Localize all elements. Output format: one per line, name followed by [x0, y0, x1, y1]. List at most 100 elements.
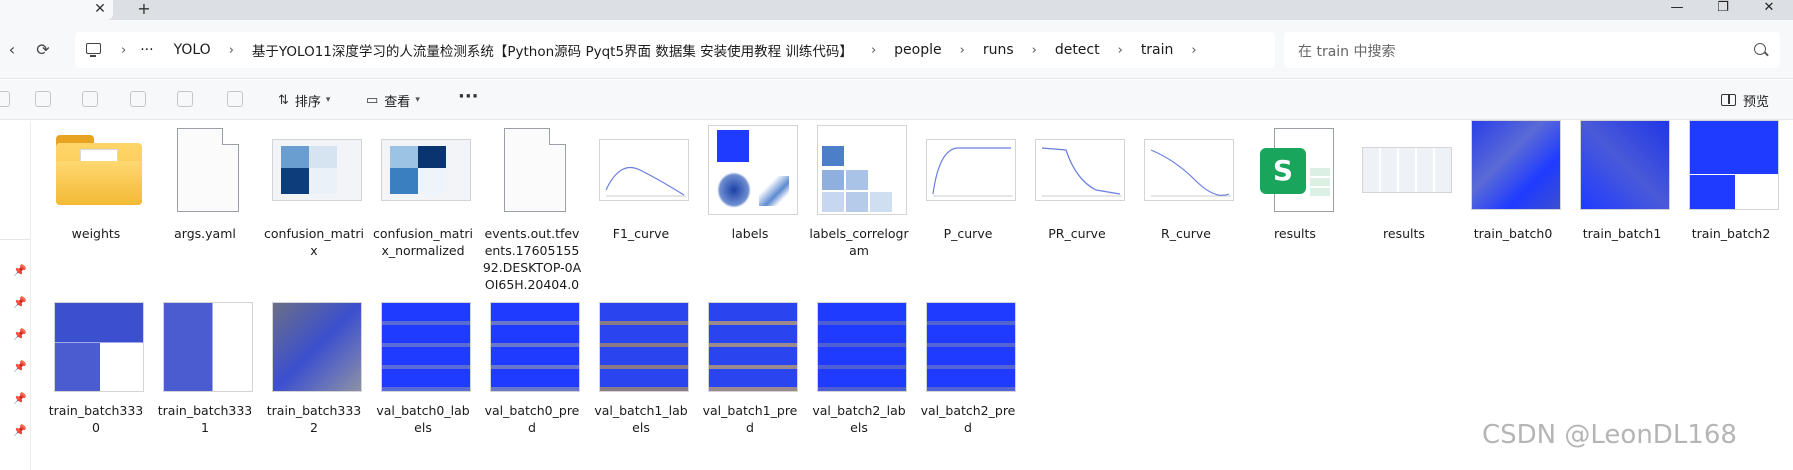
preview-label: 预览 — [1743, 94, 1770, 110]
pin-icon[interactable]: 📌 — [13, 265, 27, 277]
hidden-locations-button[interactable]: ··· — [132, 42, 161, 58]
image-thumbnail — [163, 302, 253, 392]
refresh-icon[interactable]: ⟳ — [31, 38, 55, 62]
file-name: R_curve — [1161, 226, 1211, 241]
chevron-right-icon[interactable]: › — [1112, 43, 1129, 58]
file-name: args.yaml — [174, 226, 236, 241]
breadcrumb-yolo[interactable]: YOLO — [162, 42, 223, 58]
file-name: results — [1383, 226, 1425, 241]
document-icon — [490, 125, 580, 215]
image-thumbnail — [599, 302, 689, 392]
breadcrumb-train[interactable]: train — [1129, 42, 1186, 58]
sort-button[interactable]: ⇅ 排序 ▾ — [278, 88, 330, 112]
share-icon[interactable] — [177, 91, 193, 107]
file-name: confusion_matrix_normalized — [373, 226, 473, 258]
file-name: weights — [71, 226, 121, 241]
folder-icon — [54, 125, 144, 215]
maximize-icon[interactable]: ❐ — [1700, 0, 1746, 18]
search-box[interactable]: 在 train 中搜索 — [1284, 32, 1780, 68]
divider — [0, 239, 30, 240]
image-thumbnail — [490, 302, 580, 392]
image-thumbnail — [1144, 125, 1234, 215]
image-thumbnail — [381, 125, 471, 215]
chevron-down-icon: ▾ — [325, 95, 331, 105]
file-name: labels_correlogram — [809, 226, 909, 258]
curve-preview — [605, 166, 686, 197]
breadcrumb-detect[interactable]: detect — [1043, 42, 1112, 58]
chevron-right-icon[interactable]: › — [223, 43, 240, 58]
file-name: val_batch2_pred — [920, 403, 1016, 435]
image-thumbnail — [272, 302, 362, 392]
breadcrumb-project[interactable]: 基于YOLO11深度学习的人流量检测系统【Python源码 Pyqt5界面 数据… — [240, 40, 865, 60]
image-thumbnail — [272, 125, 362, 215]
minimize-icon[interactable]: — — [1654, 0, 1700, 18]
image-thumbnail — [926, 302, 1016, 392]
more-options-button[interactable]: ··· — [458, 86, 479, 107]
file-name: PR_curve — [1048, 226, 1106, 241]
file-name: F1_curve — [612, 226, 670, 241]
pin-icon[interactable]: 📌 — [13, 361, 27, 373]
chevron-right-icon[interactable]: › — [115, 43, 132, 58]
pin-icon[interactable]: 📌 — [13, 393, 27, 405]
file-name: val_batch1_pred — [702, 403, 798, 435]
paste-icon[interactable] — [82, 91, 98, 107]
view-button[interactable]: ▭ 查看 ▾ — [366, 88, 420, 112]
chevron-down-icon: ▾ — [415, 95, 420, 105]
breadcrumb-runs[interactable]: runs — [971, 42, 1026, 58]
computer-icon[interactable] — [86, 43, 101, 57]
pin-icon[interactable]: 📌 — [13, 297, 27, 309]
copy-icon[interactable] — [35, 91, 51, 107]
delete-icon[interactable] — [227, 91, 243, 107]
document-icon — [163, 125, 253, 215]
back-chevron-icon[interactable]: ‹ — [0, 38, 24, 62]
command-bar: ⇅ 排序 ▾ ▭ 查看 ▾ ··· 预览 — [0, 80, 1793, 120]
pin-icon[interactable]: 📌 — [13, 425, 27, 437]
curve-preview — [1150, 149, 1231, 197]
file-name: val_batch1_labels — [594, 403, 688, 435]
image-thumbnail — [1362, 125, 1452, 215]
image-thumbnail — [708, 302, 798, 392]
image-thumbnail — [1035, 125, 1125, 215]
image-thumbnail — [708, 125, 798, 215]
curve-preview — [1041, 147, 1122, 197]
file-name: labels — [731, 226, 769, 241]
image-thumbnail — [1471, 120, 1561, 210]
file-name: val_batch0_labels — [376, 403, 470, 435]
chevron-right-icon[interactable]: › — [954, 43, 971, 58]
preview-button[interactable]: 预览 — [1721, 88, 1769, 112]
search-input[interactable]: 在 train 中搜索 — [1298, 41, 1396, 61]
rename-icon[interactable] — [130, 91, 146, 107]
address-row: ‹ ⟳ › ··· YOLO › 基于YOLO11深度学习的人流量检测系统【Py… — [0, 20, 1793, 79]
navigation-pane[interactable]: 📌 📌 📌 📌 📌 📌 — [0, 121, 31, 470]
chevron-right-icon[interactable]: › — [1026, 43, 1043, 58]
file-name: train_batch1 — [1582, 226, 1662, 241]
close-window-icon[interactable]: ✕ — [1746, 0, 1792, 18]
curve-preview — [932, 147, 1013, 197]
preview-pane-icon — [1721, 94, 1736, 106]
breadcrumb: › ··· YOLO › 基于YOLO11深度学习的人流量检测系统【Python… — [115, 32, 1203, 68]
address-bar[interactable]: › ··· YOLO › 基于YOLO11深度学习的人流量检测系统【Python… — [75, 32, 1275, 68]
file-name: confusion_matrix — [264, 226, 364, 258]
watermark: CSDN @LeonDL168 — [1482, 420, 1737, 450]
file-grid: weights args.yaml confusion_matrix confu… — [46, 120, 1786, 455]
image-thumbnail — [1689, 120, 1779, 210]
new-tab-icon[interactable]: + — [135, 0, 153, 18]
file-name: P_curve — [943, 226, 993, 241]
sort-icon: ⇅ — [278, 92, 289, 108]
image-thumbnail — [1580, 120, 1670, 210]
file-name: val_batch0_pred — [484, 403, 580, 435]
chevron-right-icon[interactable]: › — [865, 43, 882, 58]
active-tab[interactable]: ✕ — [0, 0, 113, 20]
breadcrumb-people[interactable]: people — [882, 42, 953, 58]
file-name: events.out.tfevents.1760515592.DESKTOP-0… — [482, 226, 582, 292]
image-thumbnail — [817, 302, 907, 392]
cut-icon[interactable] — [0, 91, 10, 107]
file-name: train_batch3332 — [266, 403, 362, 435]
tab-close-icon[interactable]: ✕ — [91, 0, 109, 18]
image-thumbnail — [599, 125, 689, 215]
spreadsheet-icon: S — [1253, 125, 1343, 215]
chevron-right-icon[interactable]: › — [1185, 43, 1202, 58]
search-icon[interactable] — [1754, 43, 1766, 55]
pin-icon[interactable]: 📌 — [13, 329, 27, 341]
file-name: results — [1274, 226, 1316, 241]
